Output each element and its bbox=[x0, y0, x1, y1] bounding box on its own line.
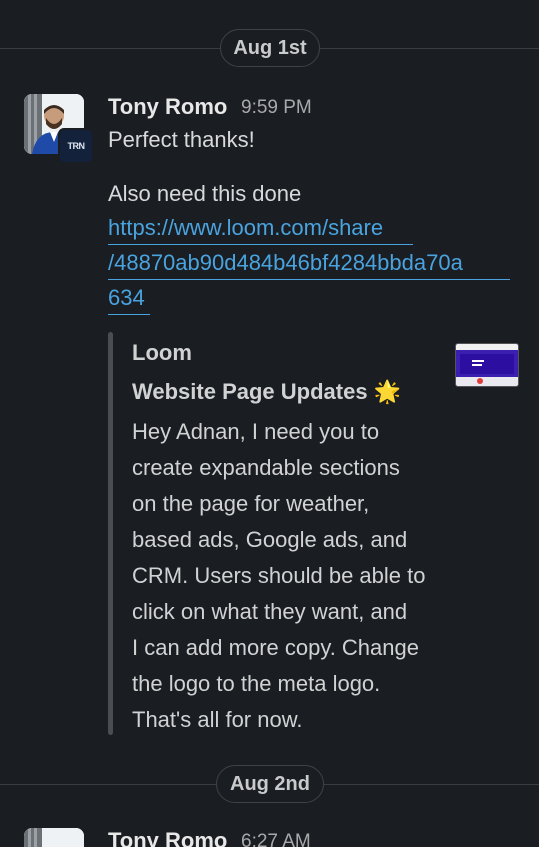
unfurl-source[interactable]: Loom bbox=[132, 340, 192, 366]
unfurl-line: Hey Adnan, I need you to bbox=[132, 419, 380, 444]
avatar[interactable] bbox=[24, 828, 84, 847]
video-thumbnail[interactable] bbox=[455, 343, 519, 387]
unfurl-line: based ads, Google ads, and bbox=[132, 527, 408, 552]
unfurl-line: I can add more copy. Change bbox=[132, 635, 419, 660]
message-text: Perfect thanks! bbox=[108, 127, 255, 152]
loom-link[interactable]: https://www.loom.com/share /48870ab90d48… bbox=[108, 210, 510, 315]
sender-name[interactable]: Tony Romo bbox=[108, 828, 227, 847]
date-pill-aug-2nd[interactable]: Aug 2nd bbox=[216, 765, 324, 803]
unfurl-line: on the page for weather, bbox=[132, 491, 370, 516]
unfurl-line: click on what they want, and bbox=[132, 599, 408, 624]
unfurl-line: CRM. Users should be able to bbox=[132, 563, 426, 588]
date-divider: Aug 1st bbox=[0, 28, 539, 68]
unfurl-title[interactable]: Website Page Updates 🌟 bbox=[132, 379, 401, 405]
link-line[interactable]: 634 bbox=[108, 280, 150, 315]
org-badge-icon: TRN bbox=[58, 128, 94, 164]
avatar-photo bbox=[24, 828, 84, 847]
link-line[interactable]: https://www.loom.com/share bbox=[108, 210, 413, 245]
message-time[interactable]: 6:27 AM bbox=[241, 831, 311, 847]
star-emoji-icon: 🌟 bbox=[373, 379, 402, 404]
chat-view: Aug 1st TRN Tony Romo 9:59 PM Perfect th… bbox=[0, 0, 539, 847]
date-divider: Aug 2nd bbox=[0, 764, 539, 804]
unfurl-accent-bar bbox=[108, 332, 113, 735]
unfurl-line: the logo to the meta logo. bbox=[132, 671, 381, 696]
unfurl-description: Hey Adnan, I need you to create expandab… bbox=[132, 414, 462, 738]
message-text: Also need this done bbox=[108, 181, 302, 206]
date-pill-aug-1st[interactable]: Aug 1st bbox=[220, 29, 320, 67]
unfurl-title-text[interactable]: Website Page Updates bbox=[132, 379, 368, 404]
unfurl-line: create expandable sections bbox=[132, 455, 400, 480]
link-line[interactable]: /48870ab90d484b46bf4284bbda70a bbox=[108, 245, 510, 280]
thumbnail-image bbox=[456, 344, 518, 386]
unfurl-line: That's all for now. bbox=[132, 707, 303, 732]
message-time[interactable]: 9:59 PM bbox=[241, 97, 312, 119]
sender-name[interactable]: Tony Romo bbox=[108, 94, 227, 120]
